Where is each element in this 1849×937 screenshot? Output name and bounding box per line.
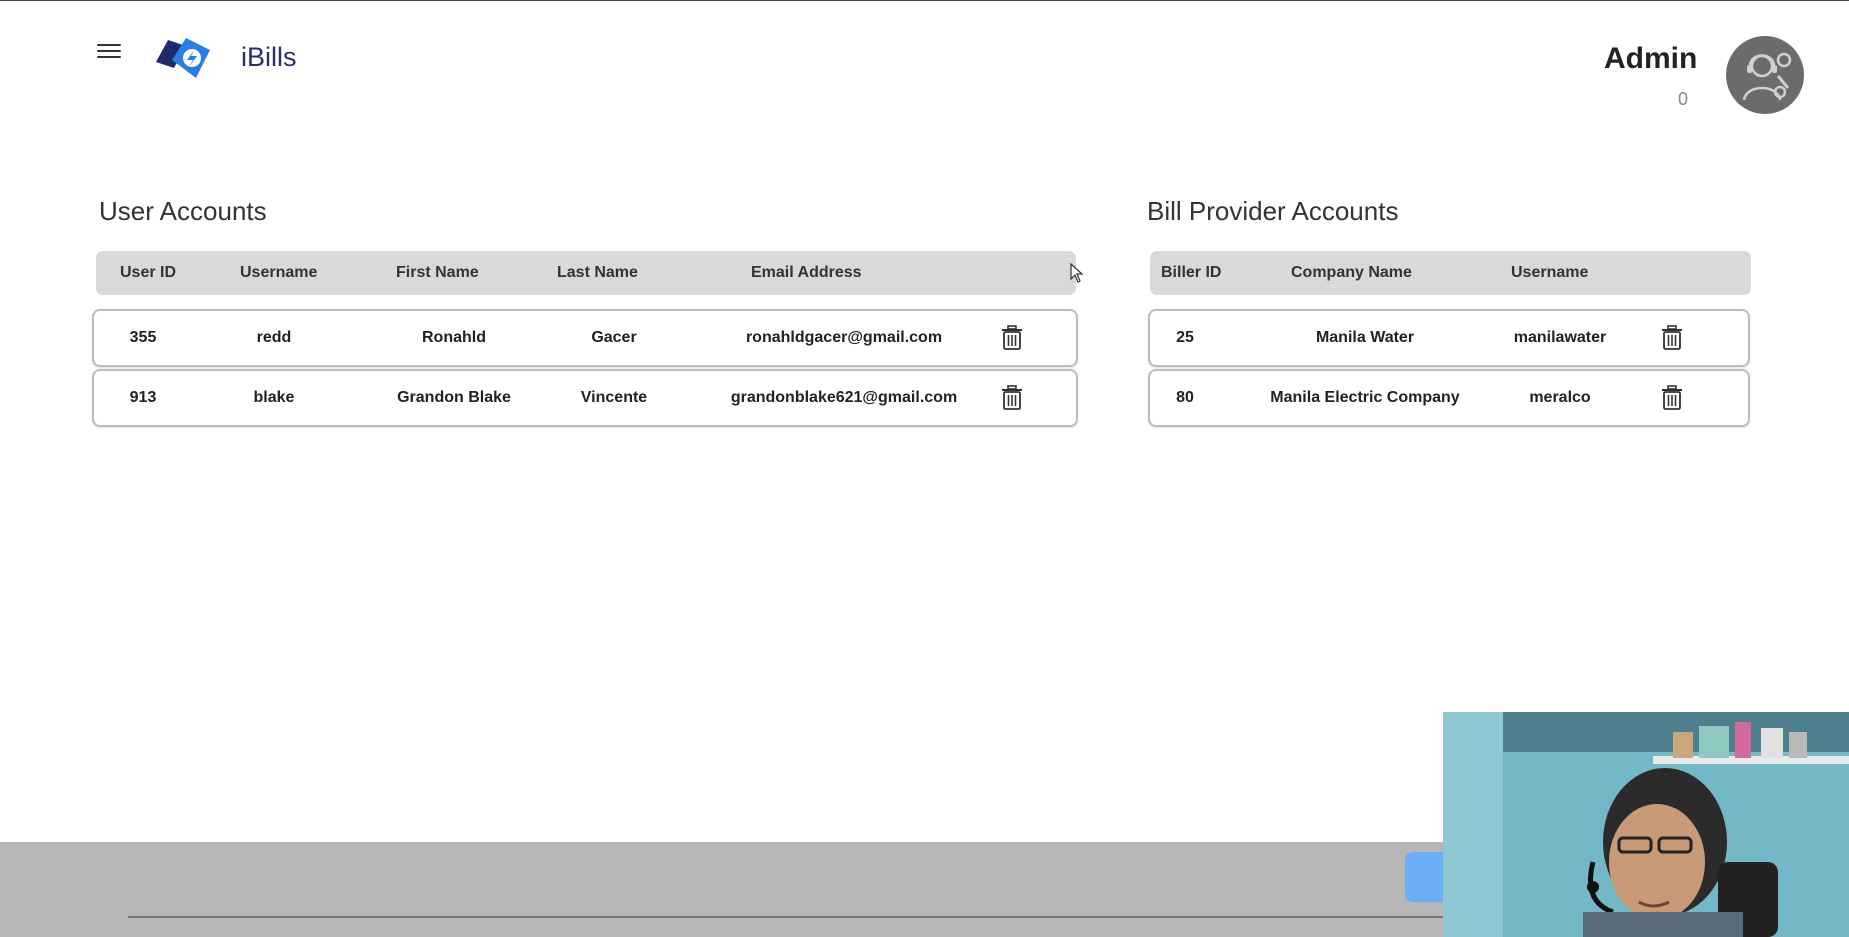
trash-icon[interactable] [1660,385,1684,411]
user-accounts-header: User ID Username First Name Last Name Em… [96,251,1076,295]
col-company-name: Company Name [1291,264,1412,281]
col-biller-id: Biller ID [1161,264,1222,281]
user-row[interactable]: 913 blake Grandon Blake Vincente grandon… [92,369,1078,427]
user-first-name: Grandon Blake [397,389,511,406]
trash-icon[interactable] [1660,325,1684,351]
admin-avatar-icon[interactable] [1726,36,1804,114]
col-user-id: User ID [120,264,177,281]
mouse-cursor-icon [1070,263,1084,283]
user-email: grandonblake621@gmail.com [730,389,958,406]
col-username: Username [240,264,318,281]
admin-name: Admin [1604,42,1698,75]
user-row[interactable]: 355 redd Ronahld Gacer ronahldgacer@gmai… [92,309,1078,367]
user-last-name: Gacer [591,329,637,346]
window-top-border [0,0,1849,1]
admin-counter: 0 [1678,89,1689,109]
col-email: Email Address [751,264,862,281]
user-id: 913 [129,389,157,406]
webcam-overlay [1443,712,1849,937]
bill-provider-header: Biller ID Company Name Username [1150,251,1751,295]
biller-username: meralco [1529,389,1591,406]
trash-icon[interactable] [1000,385,1024,411]
trash-icon[interactable] [1000,325,1024,351]
biller-username: manilawater [1513,329,1607,346]
user-email: ronahldgacer@gmail.com [745,329,943,346]
biller-id: 80 [1176,389,1194,406]
col-biller-username: Username [1511,264,1589,281]
user-username: redd [256,329,292,346]
user-id: 355 [129,329,157,346]
brand-name: iBills [241,42,297,72]
logo-icon [156,38,210,78]
user-accounts-title: User Accounts [99,196,267,226]
user-first-name: Ronahld [422,329,486,346]
menu-icon[interactable] [97,40,121,64]
col-first-name: First Name [396,264,479,281]
biller-id: 25 [1176,329,1194,346]
footer-divider [128,916,1508,918]
bill-provider-accounts-title: Bill Provider Accounts [1147,196,1399,226]
biller-row[interactable]: 25 Manila Water manilawater [1148,309,1750,367]
user-last-name: Vincente [580,389,648,406]
col-last-name: Last Name [557,264,638,281]
biller-row[interactable]: 80 Manila Electric Company meralco [1148,369,1750,427]
user-username: blake [253,389,295,406]
biller-company-name: Manila Water [1315,329,1415,346]
biller-company-name: Manila Electric Company [1270,389,1460,406]
